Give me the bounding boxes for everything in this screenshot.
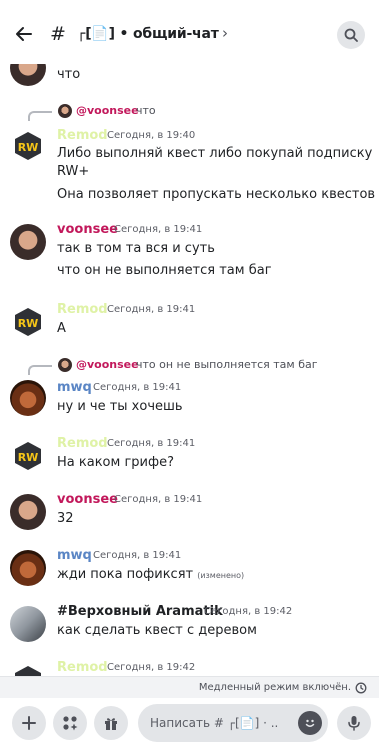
rw-logo-icon[interactable]: RW <box>10 662 46 676</box>
author-name[interactable]: voonsee <box>57 222 118 238</box>
slowmode-banner: Медленный режим включён. <box>0 676 379 698</box>
message-text: так в том та вся и суть <box>57 241 215 256</box>
message[interactable]: voonsee Сегодня, в 19:41 так в том та вс… <box>0 222 379 282</box>
message-text: 32 <box>57 511 74 526</box>
svg-text:RW: RW <box>18 141 39 154</box>
timestamp: Сегодня, в 19:41 <box>114 224 203 235</box>
message-input-placeholder: Написать # ┌[📄] · .. <box>150 716 279 730</box>
avatar[interactable] <box>10 224 46 260</box>
reply-preview[interactable]: @voonsee что он не выполняется там баг <box>0 356 379 375</box>
avatar <box>58 358 72 372</box>
reply-author: @voonsee <box>76 104 139 117</box>
message-text: ну и че ты хочешь <box>57 399 183 414</box>
rw-logo-icon[interactable]: RW <box>10 304 46 340</box>
timestamp: Сегодня, в 19:41 <box>114 494 203 505</box>
chevron-right-icon[interactable]: › <box>222 23 228 43</box>
message[interactable]: mwq Сегодня, в 19:41 ну и че ты хочешь <box>0 378 379 418</box>
mic-button[interactable] <box>337 706 371 740</box>
message[interactable]: RW Remod Сегодня, в 19:42 <box>0 660 379 676</box>
message[interactable]: #Верховный Aramatik Сегодня, в 19:42 как… <box>0 604 379 644</box>
emoji-icon <box>305 719 315 727</box>
mic-icon <box>348 716 360 731</box>
message[interactable]: что <box>0 64 379 90</box>
rw-logo-icon[interactable]: RW <box>10 128 46 164</box>
message-text: RW+ <box>57 164 90 179</box>
author-name[interactable]: Remod <box>57 128 108 144</box>
timestamp: Сегодня, в 19:41 <box>93 382 182 393</box>
apps-icon <box>63 716 78 731</box>
clock-icon <box>355 682 367 694</box>
reply-text: что он не выполняется там баг <box>136 358 318 371</box>
search-button[interactable] <box>337 21 365 49</box>
message[interactable]: RW Remod Сегодня, в 19:41 А <box>0 302 379 342</box>
message-text: На каком грифе? <box>57 455 174 470</box>
avatar <box>58 104 72 118</box>
svg-text:RW: RW <box>18 317 39 330</box>
timestamp: Сегодня, в 19:40 <box>107 130 196 141</box>
reply-connector <box>28 111 52 121</box>
reply-preview[interactable]: @voonsee что <box>0 102 379 121</box>
timestamp: Сегодня, в 19:41 <box>107 438 196 449</box>
composer: Написать # ┌[📄] · .. <box>0 698 379 750</box>
author-name[interactable]: mwq <box>57 380 92 396</box>
timestamp: Сегодня, в 19:41 <box>93 550 182 561</box>
message[interactable]: RW Remod Сегодня, в 19:41 На каком грифе… <box>0 436 379 476</box>
message-text: что он не выполняется там баг <box>57 263 272 278</box>
message-text: Либо выполняй квест либо покупай подписк… <box>57 146 373 161</box>
plus-button[interactable] <box>12 706 46 740</box>
author-name[interactable]: voonsee <box>57 492 118 508</box>
message[interactable]: voonsee Сегодня, в 19:41 32 <box>0 492 379 532</box>
message-text: что <box>57 67 81 82</box>
timestamp: Сегодня, в 19:42 <box>204 606 293 617</box>
timestamp: Сегодня, в 19:42 <box>107 662 196 673</box>
channel-header: # ┌[📄] • общий-чат › <box>0 0 379 64</box>
plus-icon <box>22 716 36 730</box>
hash-icon: # <box>50 23 66 45</box>
avatar[interactable] <box>10 64 46 86</box>
avatar[interactable] <box>10 550 46 586</box>
channel-title[interactable]: ┌[📄] • общий-чат <box>77 24 219 44</box>
message-text: Она позволяет пропускать несколько квест… <box>57 187 376 202</box>
svg-text:RW: RW <box>18 451 39 464</box>
author-name[interactable]: Remod <box>57 436 108 452</box>
message-text: А <box>57 321 66 336</box>
slowmode-text: Медленный режим включён. <box>198 682 351 693</box>
avatar[interactable] <box>10 606 46 642</box>
author-name[interactable]: Remod <box>57 302 108 318</box>
timestamp: Сегодня, в 19:41 <box>107 304 196 315</box>
message-body: жди пока пофиксят <box>57 567 194 582</box>
reply-connector <box>28 365 52 375</box>
reply-author: @voonsee <box>76 358 139 371</box>
message-list[interactable]: что @voonsee что RW Remod Сегодня, в 19:… <box>0 64 379 676</box>
search-icon <box>344 28 358 42</box>
rw-logo-icon[interactable]: RW <box>10 438 46 474</box>
author-name[interactable]: #Верховный Aramatik <box>57 604 223 620</box>
message-input[interactable]: Написать # ┌[📄] · .. <box>138 704 328 742</box>
avatar[interactable] <box>10 494 46 530</box>
author-name[interactable]: mwq <box>57 548 92 564</box>
avatar[interactable] <box>10 380 46 416</box>
apps-button[interactable] <box>53 706 87 740</box>
author-name[interactable]: Remod <box>57 660 108 676</box>
message[interactable]: mwq Сегодня, в 19:41 жди пока пофиксят (… <box>0 548 379 588</box>
message-text: жди пока пофиксят (изменено) <box>57 566 244 585</box>
message-text: как сделать квест с деревом <box>57 623 257 638</box>
back-arrow-icon[interactable] <box>12 22 36 46</box>
gift-icon <box>105 718 117 730</box>
gift-button[interactable] <box>94 706 128 740</box>
reply-text: что <box>136 104 156 117</box>
edited-label: (изменено) <box>197 571 245 580</box>
emoji-button[interactable] <box>298 711 322 735</box>
message[interactable]: RW Remod Сегодня, в 19:40 Либо выполняй … <box>0 124 379 204</box>
